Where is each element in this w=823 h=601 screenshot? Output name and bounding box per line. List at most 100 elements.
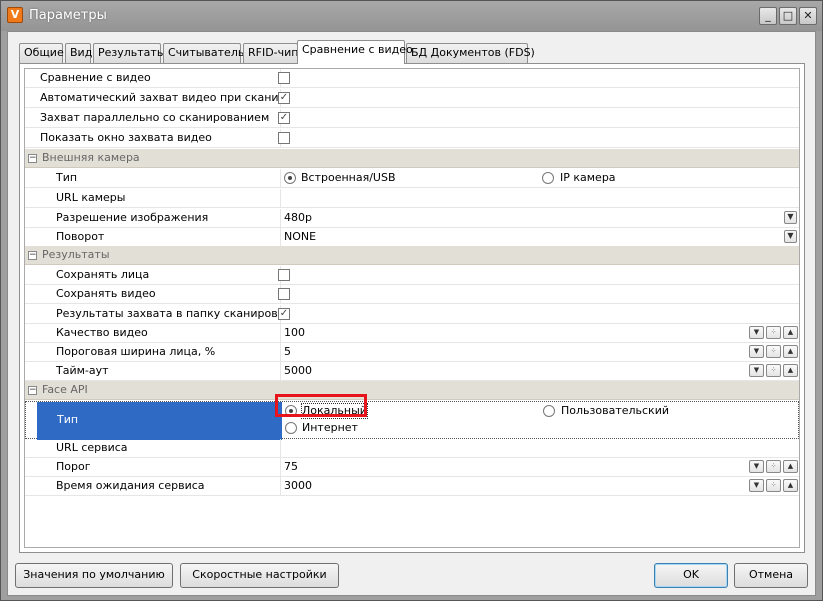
input-value: 3000 bbox=[284, 479, 312, 492]
property-grid: Сравнение с видео Автоматический захват … bbox=[24, 68, 800, 548]
settings-window: V Параметры _ □ ✕ Общие Вид Результаты С… bbox=[0, 0, 823, 601]
select-value: 480p bbox=[284, 211, 312, 224]
checkbox[interactable] bbox=[278, 269, 290, 281]
row-label: Тайм-аут bbox=[56, 364, 109, 377]
radio-internet[interactable] bbox=[285, 422, 297, 434]
checkbox-checked[interactable]: ✓ bbox=[278, 112, 290, 124]
reset-icon[interactable]: ⁘ bbox=[766, 326, 781, 339]
category-face-api[interactable]: − Face API bbox=[25, 381, 799, 400]
row-rotation[interactable]: Поворот NONE ▼ bbox=[25, 228, 799, 247]
radio-ip-camera[interactable] bbox=[542, 172, 554, 184]
row-label: Сохранять видео bbox=[56, 287, 156, 300]
tab-rfid[interactable]: RFID-чип bbox=[243, 43, 299, 63]
service-timeout-input[interactable]: 3000 ▼ ⁘ ▲ bbox=[280, 477, 799, 495]
increment-icon[interactable]: ▲ bbox=[783, 345, 798, 358]
radio-label: IP камера bbox=[560, 171, 616, 184]
row-capture-results[interactable]: Результаты захвата в папку сканирова… ✓ bbox=[25, 305, 799, 324]
cancel-button[interactable]: Отмена bbox=[734, 563, 808, 588]
reset-icon[interactable]: ⁘ bbox=[766, 364, 781, 377]
row-service-timeout[interactable]: Время ожидания сервиса 3000 ▼ ⁘ ▲ bbox=[25, 477, 799, 496]
row-video-comparison[interactable]: Сравнение с видео bbox=[25, 69, 799, 88]
row-show-capture-window[interactable]: Показать окно захвата видео bbox=[25, 129, 799, 148]
video-quality-input[interactable]: 100 ▼ ⁘ ▲ bbox=[280, 324, 799, 342]
reset-icon[interactable]: ⁘ bbox=[766, 460, 781, 473]
tab-general[interactable]: Общие bbox=[19, 43, 64, 63]
increment-icon[interactable]: ▲ bbox=[783, 326, 798, 339]
tab-reader[interactable]: Считыватель bbox=[163, 43, 244, 63]
checkbox[interactable] bbox=[278, 288, 290, 300]
row-video-quality[interactable]: Качество видео 100 ▼ ⁘ ▲ bbox=[25, 324, 799, 343]
row-label: Сохранять лица bbox=[56, 268, 150, 281]
row-save-video[interactable]: Сохранять видео bbox=[25, 285, 799, 304]
decrement-icon[interactable]: ▼ bbox=[749, 326, 764, 339]
dialog-body: Общие Вид Результаты Считыватель RFID-чи… bbox=[7, 31, 816, 596]
row-resolution[interactable]: Разрешение изображения 480p ▼ bbox=[25, 209, 799, 228]
chevron-down-icon[interactable]: ▼ bbox=[784, 211, 797, 224]
category-external-camera[interactable]: − Внешняя камера bbox=[25, 149, 799, 168]
collapse-icon[interactable]: − bbox=[28, 251, 37, 260]
service-url-input[interactable] bbox=[280, 439, 799, 457]
row-camera-url[interactable]: URL камеры bbox=[25, 189, 799, 208]
timeout-input[interactable]: 5000 ▼ ⁘ ▲ bbox=[280, 362, 799, 380]
category-results[interactable]: − Результаты bbox=[25, 246, 799, 265]
checkbox[interactable] bbox=[278, 72, 290, 84]
close-button[interactable]: ✕ bbox=[799, 7, 817, 25]
category-title: Результаты bbox=[42, 248, 110, 261]
ok-button[interactable]: OK bbox=[654, 563, 728, 588]
threshold-input[interactable]: 75 ▼ ⁘ ▲ bbox=[280, 458, 799, 476]
decrement-icon[interactable]: ▼ bbox=[749, 364, 764, 377]
quick-settings-button[interactable]: Скоростные настройки bbox=[180, 563, 339, 588]
row-label: Качество видео bbox=[56, 326, 148, 339]
checkbox[interactable] bbox=[278, 132, 290, 144]
row-face-width[interactable]: Пороговая ширина лица, % 5 ▼ ⁘ ▲ bbox=[25, 343, 799, 362]
tab-panel: Сравнение с видео Автоматический захват … bbox=[19, 63, 805, 553]
tab-documents-db[interactable]: БД Документов (FDS) bbox=[406, 43, 535, 63]
row-service-url[interactable]: URL сервиса bbox=[25, 439, 799, 458]
radio-label: Интернет bbox=[302, 421, 358, 434]
chevron-down-icon[interactable]: ▼ bbox=[784, 230, 797, 243]
row-auto-capture[interactable]: Автоматический захват видео при сканиро…… bbox=[25, 89, 799, 108]
reset-icon[interactable]: ⁘ bbox=[766, 479, 781, 492]
maximize-button[interactable]: □ bbox=[779, 7, 797, 25]
face-width-input[interactable]: 5 ▼ ⁘ ▲ bbox=[280, 343, 799, 361]
url-input[interactable] bbox=[280, 189, 799, 207]
tab-video-comparison[interactable]: Сравнение с видео bbox=[297, 40, 413, 64]
collapse-icon[interactable]: − bbox=[28, 386, 37, 395]
resolution-select[interactable]: 480p ▼ bbox=[280, 209, 799, 227]
rotation-select[interactable]: NONE ▼ bbox=[280, 228, 799, 246]
checkbox-checked[interactable]: ✓ bbox=[278, 92, 290, 104]
row-label: Порог bbox=[56, 460, 91, 473]
tab-results[interactable]: Результаты bbox=[93, 43, 166, 63]
row-threshold[interactable]: Порог 75 ▼ ⁘ ▲ bbox=[25, 458, 799, 477]
collapse-icon[interactable]: − bbox=[28, 154, 37, 163]
row-value bbox=[280, 69, 799, 87]
defaults-button[interactable]: Значения по умолчанию bbox=[15, 563, 173, 588]
row-label: Поворот bbox=[56, 230, 105, 243]
input-value: 75 bbox=[284, 460, 298, 473]
title-bar[interactable]: V Параметры _ □ ✕ bbox=[1, 1, 822, 31]
row-face-api-type[interactable]: Тип Локальный Пользовательский Интернет bbox=[25, 401, 799, 440]
decrement-icon[interactable]: ▼ bbox=[749, 345, 764, 358]
row-label: Тип bbox=[56, 171, 78, 184]
input-value: 100 bbox=[284, 326, 305, 339]
row-label: URL камеры bbox=[56, 191, 126, 204]
checkbox-checked[interactable]: ✓ bbox=[278, 308, 290, 320]
increment-icon[interactable]: ▲ bbox=[783, 364, 798, 377]
radio-custom[interactable] bbox=[543, 405, 555, 417]
row-camera-type[interactable]: Тип Встроенная/USB IP камера bbox=[25, 169, 799, 188]
row-value bbox=[280, 285, 799, 303]
input-value: 5000 bbox=[284, 364, 312, 377]
tab-view[interactable]: Вид bbox=[65, 43, 92, 63]
reset-icon[interactable]: ⁘ bbox=[766, 345, 781, 358]
row-parallel-capture[interactable]: Захват параллельно со сканированием ✓ bbox=[25, 109, 799, 128]
row-save-faces[interactable]: Сохранять лица bbox=[25, 266, 799, 285]
decrement-icon[interactable]: ▼ bbox=[749, 479, 764, 492]
radio-builtin-usb[interactable] bbox=[284, 172, 296, 184]
row-value bbox=[280, 129, 799, 147]
row-timeout[interactable]: Тайм-аут 5000 ▼ ⁘ ▲ bbox=[25, 362, 799, 381]
decrement-icon[interactable]: ▼ bbox=[749, 460, 764, 473]
minimize-button[interactable]: _ bbox=[759, 7, 777, 25]
row-label: Пороговая ширина лица, % bbox=[56, 345, 216, 358]
increment-icon[interactable]: ▲ bbox=[783, 479, 798, 492]
increment-icon[interactable]: ▲ bbox=[783, 460, 798, 473]
